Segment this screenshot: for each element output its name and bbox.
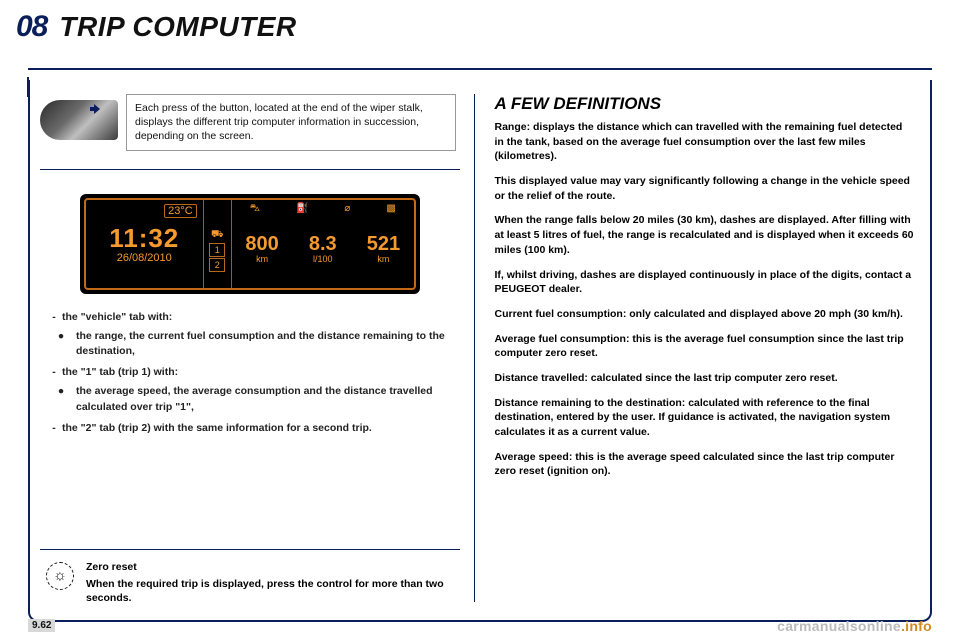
def-range-1: Range: displays the distance which can t… — [495, 120, 915, 164]
left-column: Each press of the button, located at the… — [40, 94, 460, 612]
trip1-tab-label: the "1" tab (trip 1) with: — [62, 365, 178, 380]
flag-icon: ▩ — [386, 203, 395, 216]
lcd-tab-column: ⛟ 1 2 — [204, 200, 232, 288]
def-range-3: When the range falls below 20 miles (30 … — [495, 213, 915, 257]
manual-page: 08 TRIP COMPUTER Each press of the butto… — [0, 0, 960, 640]
trip2-tab-label: the "2" tab (trip 2) with the same infor… — [62, 421, 372, 436]
lcd-range-cell: 800 km — [232, 233, 293, 264]
right-column: A FEW DEFINITIONS Range: displays the di… — [489, 94, 921, 612]
intro-block: Each press of the button, located at the… — [40, 94, 460, 170]
watermark-b: .info — [901, 618, 932, 634]
section-number: 08 — [16, 10, 47, 44]
lcd-cons-value: 8.3 — [309, 233, 337, 255]
def-current: Current fuel consumption: only calculate… — [495, 307, 915, 322]
content-frame: Each press of the button, located at the… — [28, 80, 932, 622]
lcd-range-value: 800 — [245, 233, 278, 255]
gauge-icon: ⌀ — [344, 203, 350, 216]
def-distrem: Distance remaining to the destination: c… — [495, 396, 915, 440]
car-icon: ⛟ — [211, 229, 224, 242]
lcd-tab-2: 2 — [209, 258, 225, 272]
lcd-screenshot: 23°C 11:32 26/08/2010 ⛟ 1 2 ⛍ ⛽ — [40, 184, 460, 310]
lcd-panel: 23°C 11:32 26/08/2010 ⛟ 1 2 ⛍ ⛽ — [80, 194, 420, 294]
def-avgfuel: Average fuel consumption: this is the av… — [495, 332, 915, 361]
def-range-4: If, whilst driving, dashes are displayed… — [495, 268, 915, 297]
car-outline-icon: ⛍ — [250, 203, 260, 216]
tab-descriptions: -the "vehicle" tab with: ●the range, the… — [40, 310, 460, 441]
vehicle-tab-bullet: the range, the current fuel consumption … — [76, 329, 454, 359]
page-title: TRIP COMPUTER — [59, 11, 296, 43]
lcd-cons-unit: l/100 — [292, 254, 353, 264]
lcd-date: 26/08/2010 — [117, 252, 172, 264]
wiper-stalk-image — [40, 100, 118, 140]
fuel-pump-icon: ⛽ — [296, 203, 308, 216]
lcd-consumption-cell: 8.3 l/100 — [292, 233, 353, 264]
definitions-heading: A FEW DEFINITIONS — [495, 94, 915, 114]
lcd-dist-unit: km — [353, 254, 414, 264]
lcd-temp: 23°C — [164, 204, 197, 218]
column-divider — [474, 94, 475, 602]
vehicle-tab-label: the "vehicle" tab with: — [62, 310, 172, 325]
lcd-distance-cell: 521 km — [353, 233, 414, 264]
lcd-clock-area: 23°C 11:32 26/08/2010 — [86, 200, 204, 288]
zero-reset-body: When the required trip is displayed, pre… — [86, 577, 454, 606]
zero-reset-note: ☼ Zero reset When the required trip is d… — [40, 549, 460, 612]
zero-reset-title: Zero reset — [86, 560, 454, 575]
lcd-time: 11:32 — [109, 223, 179, 254]
lcd-tab-1: 1 — [209, 243, 225, 257]
bulb-icon: ☼ — [46, 562, 74, 590]
intro-callout: Each press of the button, located at the… — [126, 94, 456, 151]
def-range-2: This displayed value may vary significan… — [495, 174, 915, 203]
lcd-dist-value: 521 — [367, 233, 400, 255]
header-tab: 08 TRIP COMPUTER — [16, 10, 297, 44]
watermark: carmanualsonline.info — [777, 618, 932, 634]
lcd-range-unit: km — [232, 254, 293, 264]
header-bar: 08 TRIP COMPUTER — [28, 18, 932, 70]
def-dist: Distance travelled: calculated since the… — [495, 371, 915, 386]
page-number: 9.62 — [28, 619, 55, 632]
trip1-tab-bullet: the average speed, the average consumpti… — [76, 384, 454, 414]
def-avgspd: Average speed: this is the average speed… — [495, 450, 915, 479]
watermark-a: carmanualsonline — [777, 618, 901, 634]
lcd-values-area: ⛍ ⛽ ⌀ ▩ 800 km 8. — [232, 200, 414, 288]
